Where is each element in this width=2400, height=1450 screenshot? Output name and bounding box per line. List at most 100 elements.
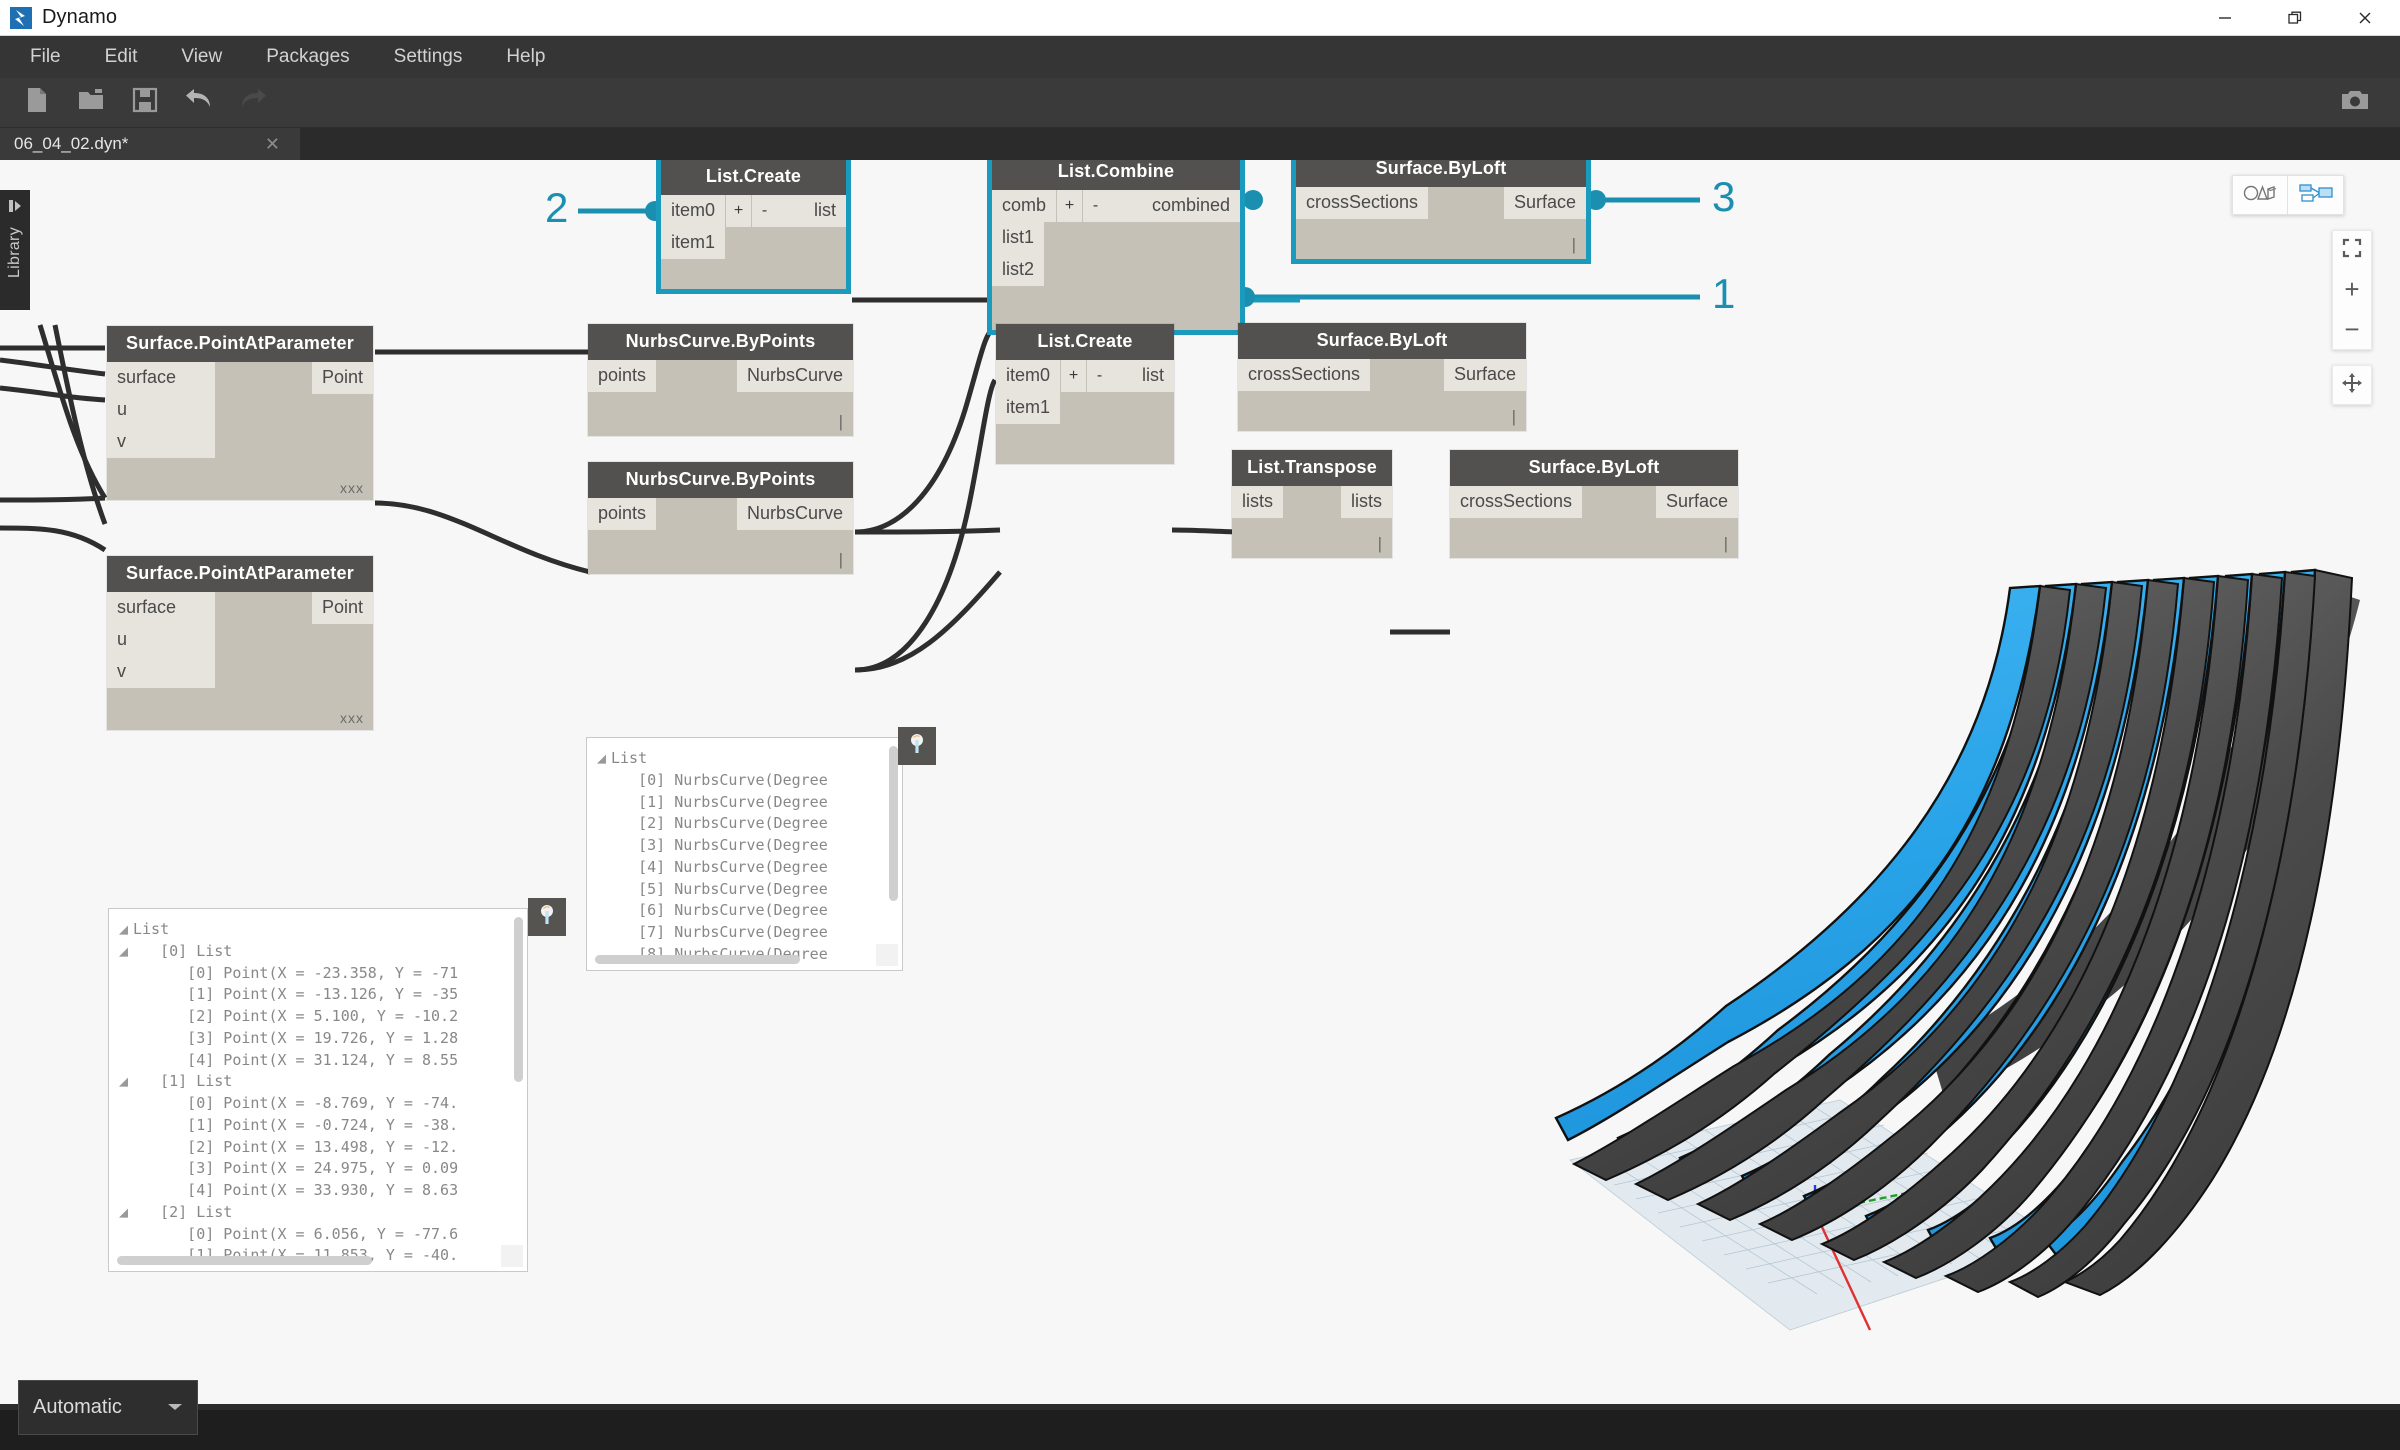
preview-vertical-scrollbar[interactable] (514, 917, 523, 1245)
tree-expand-caret-icon[interactable]: ◢ (119, 941, 133, 963)
node-surface-pointatparameter-2[interactable]: Surface.PointAtParameter surface Point u… (107, 556, 373, 730)
preview-line-text: [2] List (133, 1202, 233, 1221)
port-surface-output[interactable]: Surface (1655, 486, 1738, 518)
node-surface-pointatparameter-1[interactable]: Surface.PointAtParameter surface Point u… (107, 326, 373, 500)
port-surface[interactable]: surface (107, 362, 215, 394)
run-mode-dropdown[interactable]: Automatic (18, 1380, 198, 1435)
preview-pin-button-points[interactable] (528, 898, 566, 936)
remove-input-button[interactable]: - (1082, 190, 1109, 222)
port-crosssections[interactable]: crossSections (1450, 486, 1583, 518)
node-list-create-mid[interactable]: List.Create item0 + - list item1 (996, 324, 1174, 464)
minimize-button[interactable] (2190, 0, 2260, 36)
background-3d-preview-button[interactable] (2232, 175, 2288, 215)
tree-expand-caret-icon[interactable]: ◢ (119, 1202, 133, 1224)
preview-line: [0] Point(X = -23.358, Y = -71 (119, 963, 519, 985)
preview-line-text: [0] Point(X = -8.769, Y = -74. (133, 1094, 459, 1112)
zoom-to-fit-button[interactable] (2332, 231, 2372, 270)
menu-item-settings[interactable]: Settings (372, 36, 485, 78)
dynamo-logo-icon (10, 6, 32, 29)
zoom-out-button[interactable]: − (2332, 310, 2372, 349)
save-file-button[interactable] (122, 80, 168, 126)
port-point-output[interactable]: Point (311, 362, 373, 394)
port-surface-output[interactable]: Surface (1503, 187, 1586, 219)
port-crosssections[interactable]: crossSections (1238, 359, 1371, 391)
port-item0[interactable]: item0 (661, 195, 726, 227)
port-nurbscurve-output[interactable]: NurbsCurve (736, 498, 853, 530)
port-combined-output[interactable]: combined (1108, 190, 1240, 222)
new-file-button[interactable] (14, 80, 60, 126)
tab-06-04-02[interactable]: 06_04_02.dyn* ✕ (0, 128, 300, 160)
tree-expand-caret-icon (597, 922, 611, 944)
open-file-button[interactable] (68, 80, 114, 126)
node-surface-byloft-mid[interactable]: Surface.ByLoft crossSections Surface | (1238, 323, 1526, 431)
port-v[interactable]: v (107, 656, 215, 688)
port-u[interactable]: u (107, 624, 215, 656)
expand-panel-icon[interactable] (7, 198, 23, 219)
graph-canvas[interactable]: 2 3 1 List.Create item0 + - list item1 L… (0, 160, 2400, 1410)
port-points[interactable]: points (588, 360, 657, 392)
preview-horizontal-scrollbar[interactable] (117, 1256, 497, 1265)
node-list-transpose[interactable]: List.Transpose lists lists | (1232, 450, 1392, 558)
port-crosssections[interactable]: crossSections (1296, 187, 1429, 219)
node-footer: xxx (107, 458, 373, 500)
port-list1[interactable]: list1 (992, 222, 1045, 254)
restore-button[interactable] (2260, 0, 2330, 36)
add-input-button[interactable]: + (1056, 190, 1083, 222)
undo-button[interactable] (176, 80, 222, 126)
port-v[interactable]: v (107, 426, 215, 458)
node-nurbscurve-bypoints-1[interactable]: NurbsCurve.ByPoints points NurbsCurve | (588, 324, 853, 436)
port-point-output[interactable]: Point (311, 592, 373, 624)
pushpin-icon (907, 733, 927, 760)
node-surface-byloft-top[interactable]: Surface.ByLoft crossSections Surface | (1291, 160, 1591, 264)
port-item1[interactable]: item1 (661, 227, 726, 259)
preview-horizontal-scrollbar[interactable] (595, 954, 872, 964)
menu-item-view[interactable]: View (159, 36, 244, 78)
zoom-in-button[interactable]: + (2332, 270, 2372, 309)
menu-item-packages[interactable]: Packages (244, 36, 371, 78)
node-footer: | (1232, 518, 1392, 558)
preview-nurbscurve-list[interactable]: ◢ List [0] NurbsCurve(Degree [1] NurbsCur… (586, 737, 903, 971)
menu-item-edit[interactable]: Edit (83, 36, 160, 78)
close-button[interactable] (2330, 0, 2400, 36)
port-lists-input[interactable]: lists (1232, 486, 1283, 518)
remove-input-button[interactable]: - (751, 195, 778, 227)
node-list-create-top[interactable]: List.Create item0 + - list item1 (656, 160, 851, 294)
tree-expand-caret-icon[interactable]: ◢ (119, 1071, 133, 1093)
port-surface-output[interactable]: Surface (1443, 359, 1526, 391)
port-comb[interactable]: comb (992, 190, 1057, 222)
pan-button[interactable] (2332, 365, 2372, 405)
port-list-output[interactable]: list (1112, 360, 1174, 392)
preview-line-text: List (611, 749, 648, 767)
screenshot-button[interactable] (2332, 80, 2378, 126)
port-nurbscurve-output[interactable]: NurbsCurve (736, 360, 853, 392)
lacing-indicator: | (838, 550, 844, 569)
remove-input-button[interactable]: - (1086, 360, 1113, 392)
tab-close-icon[interactable]: ✕ (259, 134, 286, 155)
menu-item-file[interactable]: File (8, 36, 83, 78)
port-list-output[interactable]: list (777, 195, 846, 227)
port-surface[interactable]: surface (107, 592, 215, 624)
port-u[interactable]: u (107, 394, 215, 426)
port-lists-output[interactable]: lists (1341, 486, 1392, 518)
node-list-combine[interactable]: List.Combine comb + - combined list1 lis… (987, 160, 1245, 335)
menu-item-help[interactable]: Help (484, 36, 567, 78)
add-input-button[interactable]: + (1060, 360, 1087, 392)
preview-pin-button-curves[interactable] (898, 727, 936, 765)
port-list2[interactable]: list2 (992, 254, 1045, 286)
preview-scroll-corner (501, 1245, 523, 1267)
graph-view-button[interactable] (2288, 175, 2344, 215)
port-item0[interactable]: item0 (996, 360, 1061, 392)
node-nurbscurve-bypoints-2[interactable]: NurbsCurve.ByPoints points NurbsCurve | (588, 462, 853, 574)
preview-vertical-scrollbar[interactable] (889, 746, 898, 944)
add-input-button[interactable]: + (725, 195, 752, 227)
port-points[interactable]: points (588, 498, 657, 530)
node-surface-byloft-bottom[interactable]: Surface.ByLoft crossSections Surface | (1450, 450, 1738, 558)
preview-points-list[interactable]: ◢ List ◢ [0] List [0] Point(X = -23.358, Y… (108, 908, 528, 1272)
tree-expand-caret-icon[interactable]: ◢ (597, 748, 611, 770)
toolbar (0, 78, 2400, 128)
port-item1[interactable]: item1 (996, 392, 1061, 424)
redo-button[interactable] (230, 80, 276, 126)
camera-icon (2340, 88, 2370, 117)
tree-expand-caret-icon[interactable]: ◢ (119, 919, 133, 941)
library-panel-tab[interactable]: Library (0, 190, 30, 310)
